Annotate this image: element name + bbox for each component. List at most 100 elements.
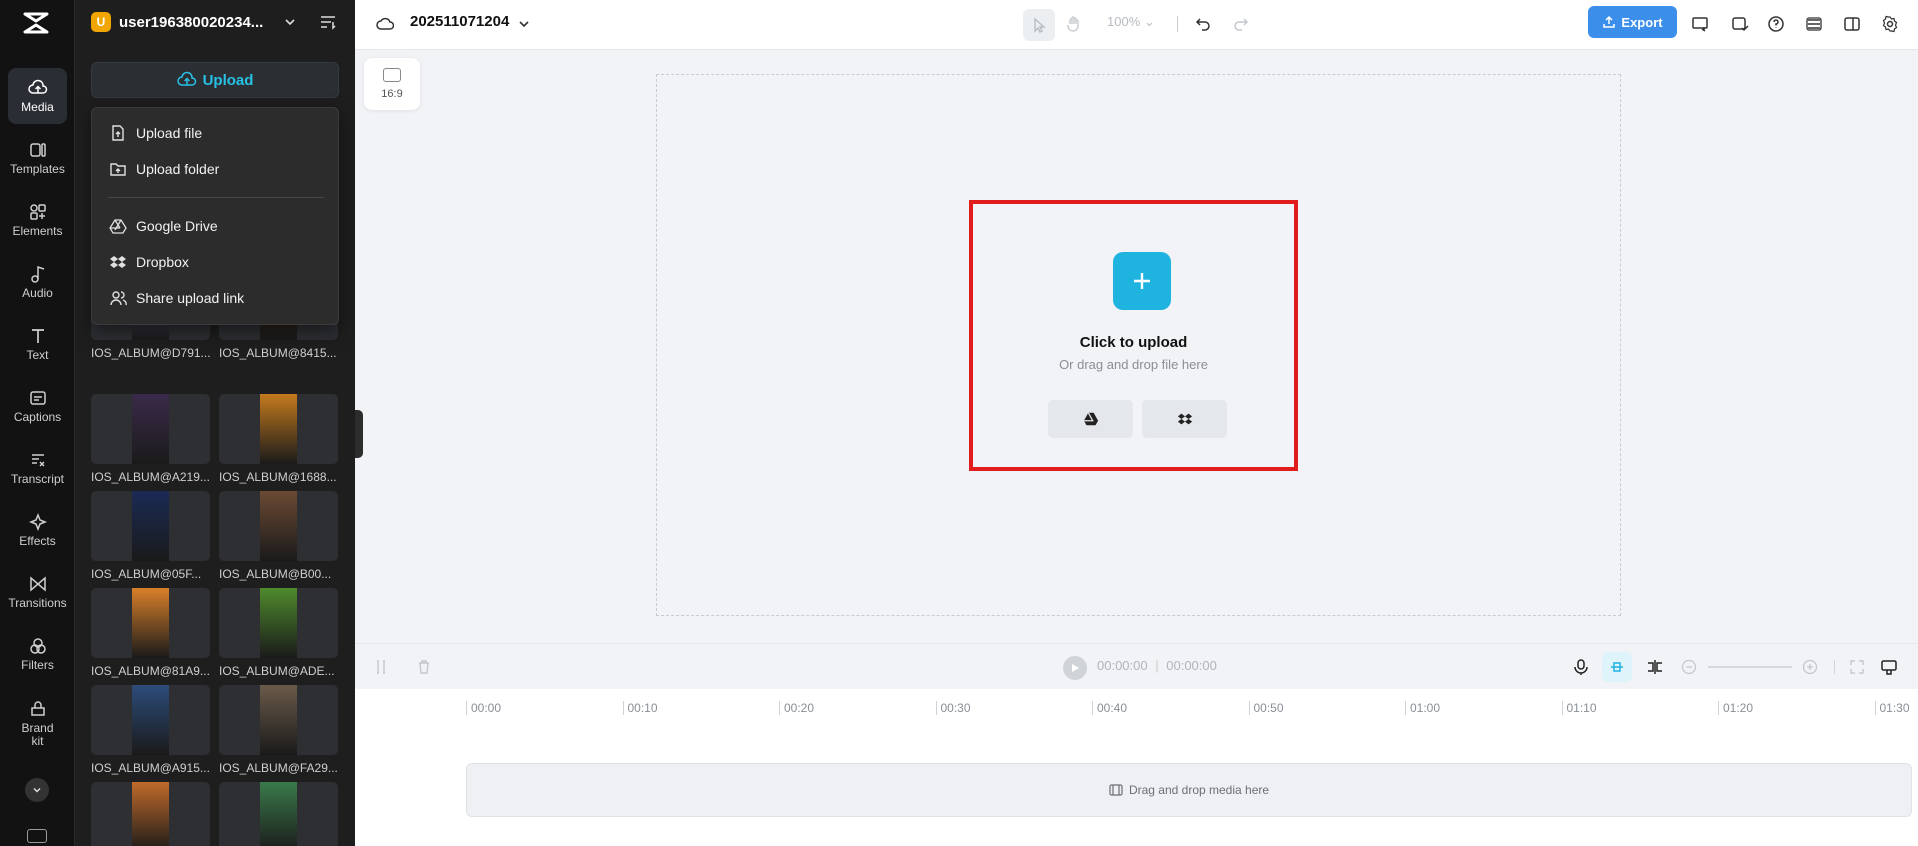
rail-label: Transcript: [11, 472, 64, 486]
text-icon: [31, 329, 44, 343]
chevron-down-icon[interactable]: [513, 13, 535, 35]
split-view-icon[interactable]: [1841, 13, 1863, 35]
current-time: 00:00:00: [1097, 658, 1148, 673]
media-filename: IOS_ALBUM@05F...: [91, 567, 202, 581]
export-button[interactable]: Export: [1588, 6, 1677, 38]
cloud-upload-icon: [27, 79, 47, 94]
media-thumbnail[interactable]: [219, 491, 338, 561]
media-filename: IOS_ALBUM@B00...: [219, 567, 332, 581]
rail-label: Transitions: [8, 596, 67, 610]
zoom-out-icon[interactable]: [1681, 659, 1697, 675]
zoom-in-icon[interactable]: [1802, 659, 1818, 675]
rail-label: Brand kit: [21, 720, 54, 748]
ruler-tick: 01:30: [1874, 701, 1910, 715]
split-icon[interactable]: [373, 659, 389, 675]
transcript-icon: [31, 454, 45, 467]
rail-label: Effects: [19, 534, 56, 548]
ruler-tick: 00:00: [466, 701, 501, 715]
aspect-ratio-button[interactable]: 16:9: [364, 58, 420, 110]
present-icon[interactable]: [1689, 13, 1711, 35]
timeline-drop-track[interactable]: Drag and drop media here: [466, 763, 1912, 817]
menu-upload-file[interactable]: Upload file: [109, 122, 202, 144]
timeline-settings-icon[interactable]: [1880, 658, 1898, 676]
rail-item-audio[interactable]: Audio: [8, 254, 67, 310]
filters-icon: [29, 638, 46, 654]
media-thumbnail[interactable]: [91, 491, 210, 561]
rail-item-brand-kit[interactable]: Brand kit: [8, 690, 67, 756]
media-filename: IOS_ALBUM@A915...: [91, 761, 210, 775]
ruler-tick: 00:30: [935, 701, 971, 715]
link-split-icon[interactable]: [1645, 658, 1665, 676]
chevron-down-icon[interactable]: [283, 15, 297, 29]
elements-icon: [29, 204, 46, 220]
rail-item-transcript[interactable]: Transcript: [8, 440, 67, 496]
menu-share-upload-link[interactable]: Share upload link: [109, 287, 244, 309]
settings-gear-icon[interactable]: [1879, 13, 1901, 35]
media-preview-image: [260, 782, 297, 846]
chevron-down-icon: [33, 787, 41, 793]
zoom-slider[interactable]: [1708, 666, 1792, 668]
hand-pan-icon[interactable]: [1063, 13, 1085, 35]
keyboard-shortcuts-icon[interactable]: [27, 829, 47, 843]
media-thumbnail[interactable]: [219, 782, 338, 846]
film-icon: [1109, 784, 1123, 796]
media-thumbnail[interactable]: [91, 588, 210, 658]
ruler-tick: 01:20: [1718, 701, 1753, 715]
user-bar[interactable]: U user196380020234...: [91, 10, 341, 34]
media-thumbnail[interactable]: [91, 394, 210, 464]
ruler-tick: 01:10: [1561, 701, 1597, 715]
rail-item-media[interactable]: Media: [8, 68, 67, 124]
media-preview-image: [132, 782, 169, 846]
fit-screen-icon[interactable]: [1849, 659, 1865, 675]
media-thumbnail[interactable]: [91, 782, 210, 846]
sort-list-icon[interactable]: [319, 13, 337, 31]
rail-label: Elements: [12, 224, 63, 238]
dropbox-button[interactable]: [1142, 400, 1227, 438]
rail-item-transitions[interactable]: Transitions: [8, 564, 67, 620]
undo-icon[interactable]: [1192, 13, 1214, 35]
media-thumbnail[interactable]: [219, 685, 338, 755]
magnet-snap-button[interactable]: [1602, 652, 1632, 682]
rail-item-templates[interactable]: Templates: [8, 130, 67, 186]
cloud-sync-icon[interactable]: [374, 13, 396, 35]
help-icon[interactable]: [1765, 13, 1787, 35]
media-thumbnail[interactable]: [219, 394, 338, 464]
media-thumbnail[interactable]: [219, 588, 338, 658]
cloud-upload-icon: [176, 71, 196, 86]
more-tools-button[interactable]: [25, 778, 49, 802]
delete-icon[interactable]: [416, 659, 432, 675]
ruler-tick: 00:20: [779, 701, 814, 715]
select-pointer-button[interactable]: [1023, 9, 1055, 41]
layers-icon[interactable]: [1803, 13, 1825, 35]
upload-button[interactable]: Upload: [91, 62, 339, 98]
zoom-level[interactable]: 100% ⌄: [1107, 14, 1155, 30]
menu-label: Dropbox: [136, 254, 189, 270]
upload-dropzone[interactable]: Click to upload Or drag and drop file he…: [969, 200, 1298, 471]
media-thumbnail[interactable]: [91, 685, 210, 755]
rail-item-effects[interactable]: Effects: [8, 502, 67, 558]
menu-upload-folder[interactable]: Upload folder: [109, 158, 219, 180]
drop-hint: Drag and drop media here: [1128, 783, 1270, 797]
menu-google-drive[interactable]: Google Drive: [109, 215, 218, 237]
menu-dropbox[interactable]: Dropbox: [109, 251, 189, 273]
ruler-tick: 00:40: [1092, 701, 1127, 715]
shield-check-icon[interactable]: [1729, 13, 1751, 35]
redo-icon[interactable]: [1230, 13, 1252, 35]
captions-icon: [29, 391, 46, 405]
play-button[interactable]: [1063, 656, 1087, 680]
rail-item-filters[interactable]: Filters: [8, 626, 67, 682]
rail-item-text[interactable]: Text: [8, 316, 67, 372]
google-drive-button[interactable]: [1048, 400, 1133, 438]
dropbox-icon: [1177, 413, 1192, 425]
aspect-ratio-icon: [383, 68, 401, 82]
media-filename: IOS_ALBUM@FA29...: [219, 761, 338, 775]
top-bar: 202511071204 100% ⌄ Export: [355, 0, 1918, 50]
panel-collapse-handle[interactable]: [355, 410, 363, 458]
rail-item-captions[interactable]: Captions: [8, 378, 67, 434]
capcut-logo-icon[interactable]: [22, 10, 50, 36]
add-media-button[interactable]: [1113, 252, 1171, 310]
microphone-icon[interactable]: [1572, 658, 1590, 676]
project-name[interactable]: 202511071204: [410, 13, 509, 30]
rail-item-elements[interactable]: Elements: [8, 192, 67, 248]
media-preview-image: [260, 685, 297, 755]
